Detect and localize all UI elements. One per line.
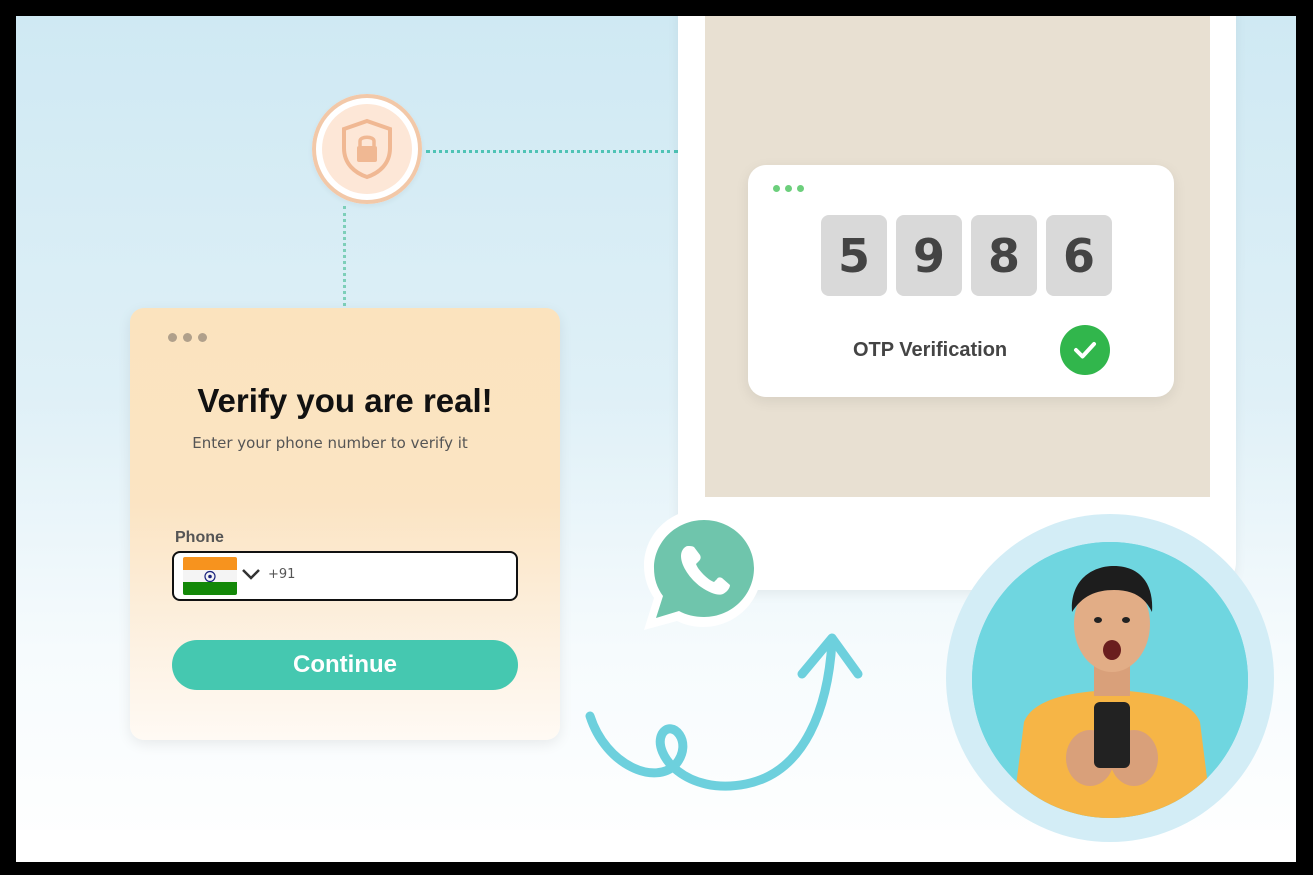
shield-lock-icon [342,118,392,180]
connector-dotted-line [426,150,678,153]
verify-title: Verify you are real! [197,382,493,419]
otp-digit[interactable]: 5 [821,215,887,296]
chevron-down-icon[interactable] [241,567,261,581]
avatar [972,542,1248,818]
verify-card: Verify you are real! Enter your phone nu… [130,308,560,740]
person-with-phone-illustration [972,542,1248,818]
phone-input[interactable]: +91 [172,551,518,601]
window-dots [168,333,207,342]
otp-digits: 5 9 8 6 [821,215,1112,296]
hero-canvas: 5 9 8 6 OTP Verification Verify you are … [16,16,1296,862]
continue-button[interactable]: Continue [172,640,518,690]
phone-label: Phone [175,529,224,546]
verify-subtitle: Enter your phone number to verify it [192,434,468,452]
check-icon [1060,325,1110,375]
curly-arrow-icon [585,633,863,791]
otp-digit[interactable]: 9 [896,215,962,296]
otp-digit[interactable]: 8 [971,215,1037,296]
connector-dotted-line-vertical [343,206,346,306]
india-flag-icon[interactable] [183,557,237,595]
otp-label: OTP Verification [853,339,1008,361]
country-code: +91 [268,567,296,582]
security-badge [312,94,422,204]
window-dots [773,185,804,192]
otp-digit[interactable]: 6 [1046,215,1112,296]
otp-card: 5 9 8 6 OTP Verification [748,165,1174,397]
